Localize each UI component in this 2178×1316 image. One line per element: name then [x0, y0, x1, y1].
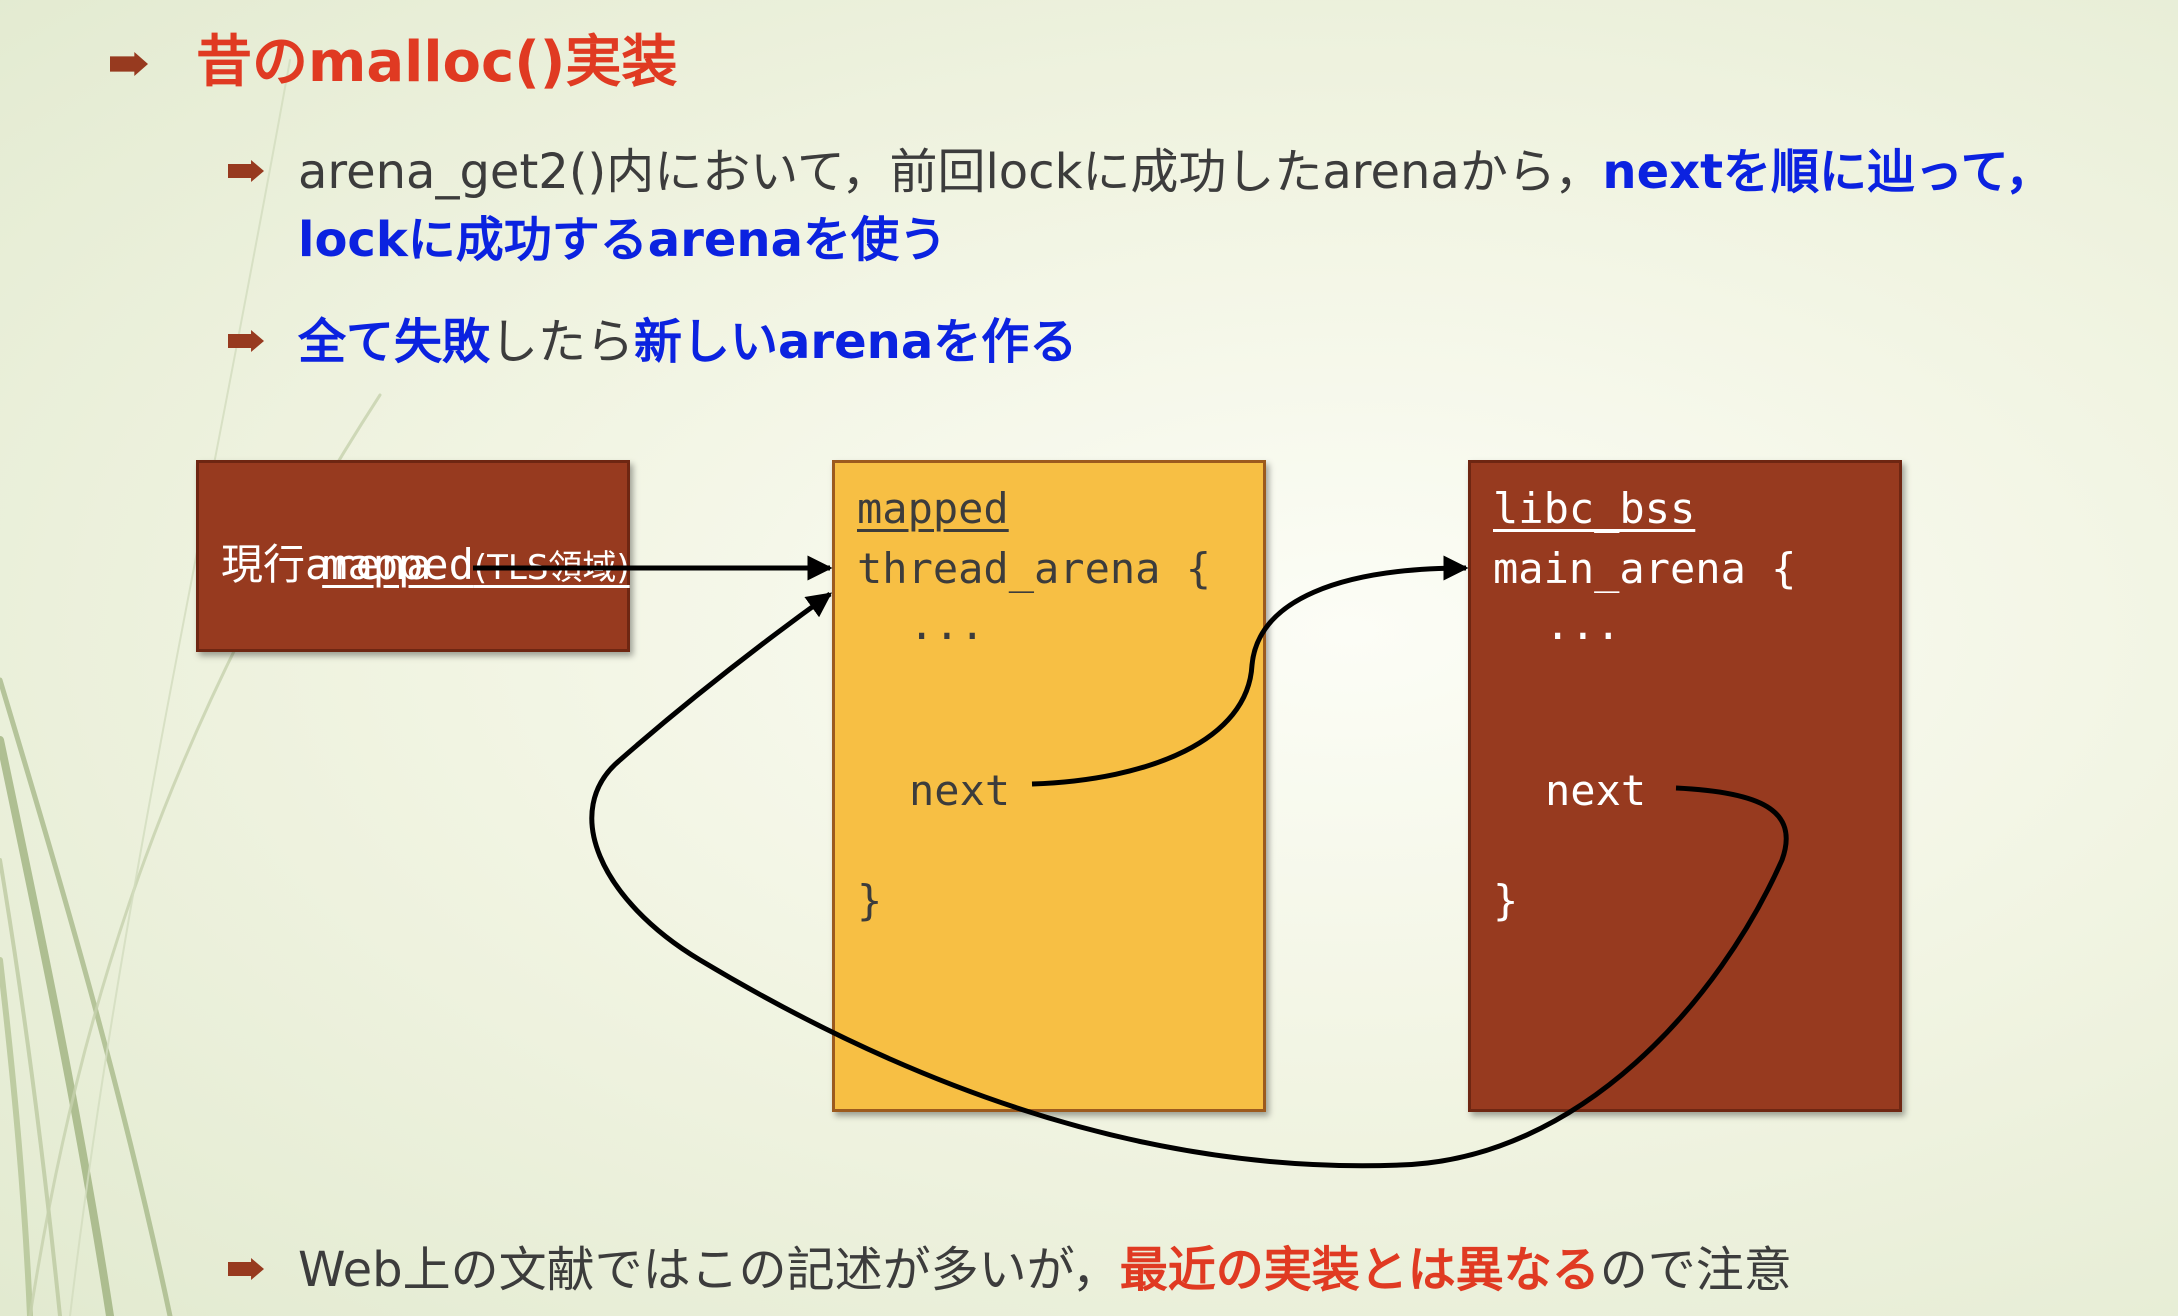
main-box-struct-close: } — [1493, 876, 1519, 925]
bullet2-text: したら — [490, 314, 635, 370]
main-box-heading: libc_bss — [1493, 484, 1696, 533]
thread-box-ellipsis: ... — [909, 600, 985, 649]
main-box-next-field: next — [1545, 766, 1647, 815]
thread-box-heading: mapped — [857, 484, 1009, 533]
tls-mapped-box: mapped(TLS領域) 現行arena — [196, 460, 630, 652]
thread-arena-box: mapped thread_arena { ... next } — [832, 460, 1266, 1112]
tls-box-field: 現行arena — [221, 540, 432, 589]
bullet1-text: arena_get2()内において，前回lockに成功したarenaから， — [298, 144, 1603, 200]
tls-box-heading-note: (TLS領域) — [473, 548, 630, 588]
thread-box-struct-open: thread_arena { — [857, 544, 1212, 593]
bullet2-emphasis-1: 全て失敗 — [298, 314, 491, 370]
bullet3-emphasis: 最近の実装とは異なる — [1119, 1242, 1600, 1298]
main-box-struct-open: main_arena { — [1493, 544, 1797, 593]
bullet3-text-end: ので注意 — [1599, 1242, 1792, 1298]
bullet3-text: Web上の文献ではこの記述が多いが， — [298, 1242, 1120, 1298]
bullet2-emphasis-2: 新しいarenaを作る — [634, 314, 1078, 370]
thread-box-next-field: next — [909, 766, 1011, 815]
title-text: 昔のmalloc()実装 — [196, 30, 678, 95]
main-arena-box: libc_bss main_arena { ... next } — [1468, 460, 1902, 1112]
main-box-ellipsis: ... — [1545, 600, 1621, 649]
thread-box-struct-close: } — [857, 876, 883, 925]
